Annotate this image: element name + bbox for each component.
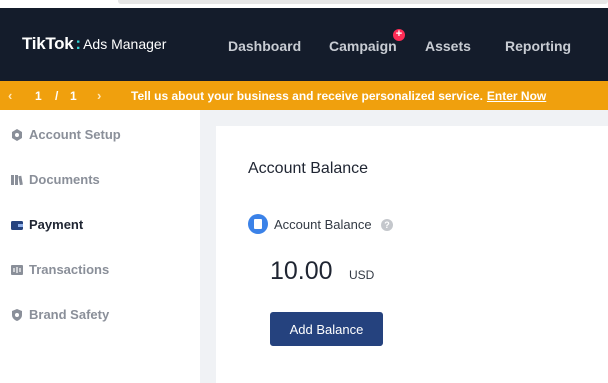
nav-dashboard[interactable]: Dashboard [228, 38, 301, 54]
notice-banner: ‹ 1 / 1 › Tell us about your business an… [0, 81, 608, 110]
balance-amount: 10.00 [270, 257, 333, 285]
transactions-icon [10, 263, 24, 277]
logo-colon: : [75, 34, 82, 53]
account-balance-label: Account Balance [274, 217, 372, 232]
nav-reporting[interactable]: Reporting [505, 38, 571, 54]
chevron-right-icon[interactable]: › [97, 88, 101, 103]
notice-text: Tell us about your business and receive … [131, 89, 483, 103]
scrollbar[interactable] [118, 0, 608, 4]
logo-wordmark: TikTok [22, 34, 74, 53]
add-balance-button[interactable]: Add Balance [270, 312, 383, 346]
nav-campaign[interactable]: Campaign [329, 38, 397, 54]
sidebar-item-brand-safety[interactable]: Brand Safety [10, 307, 109, 322]
shield-icon [10, 308, 24, 322]
enter-now-link[interactable]: Enter Now [487, 89, 546, 103]
top-header: TikTok: Ads Manager Dashboard Campaign +… [0, 8, 608, 81]
sidebar-item-label: Transactions [29, 262, 110, 277]
balance-document-icon [248, 214, 268, 234]
balance-currency: USD [349, 268, 375, 282]
sidebar-item-label: Payment [29, 217, 84, 232]
sidebar-item-payment[interactable]: Payment [10, 217, 83, 232]
logo-subtitle: Ads Manager [83, 36, 167, 52]
wallet-icon [10, 218, 24, 232]
sidebar-item-transactions[interactable]: Transactions [10, 262, 109, 277]
chevron-left-icon[interactable]: ‹ [8, 88, 12, 103]
sidebar-item-account-setup[interactable]: Account Setup [10, 127, 121, 142]
notice-total-pages: 1 [70, 89, 77, 103]
browser-top-strip [0, 0, 608, 8]
notice-current-page: 1 [35, 89, 42, 103]
tiktok-ads-logo[interactable]: TikTok: Ads Manager [22, 34, 166, 54]
sidebar-item-documents[interactable]: Documents [10, 172, 100, 187]
sidebar-item-label: Account Setup [29, 127, 121, 142]
page-title: Account Balance [248, 160, 369, 177]
sidebar-item-label: Documents [29, 172, 100, 187]
documents-icon [10, 173, 24, 187]
help-icon[interactable]: ? [381, 219, 393, 231]
notice-page-separator: / [55, 89, 59, 103]
campaign-plus-badge: + [393, 29, 405, 41]
account-setup-icon [10, 128, 24, 142]
sidebar: Account Setup Documents Payment Transact… [0, 110, 200, 383]
notice-message: Tell us about your business and receive … [131, 89, 546, 103]
nav-assets[interactable]: Assets [425, 38, 471, 54]
sidebar-item-label: Brand Safety [29, 307, 110, 322]
